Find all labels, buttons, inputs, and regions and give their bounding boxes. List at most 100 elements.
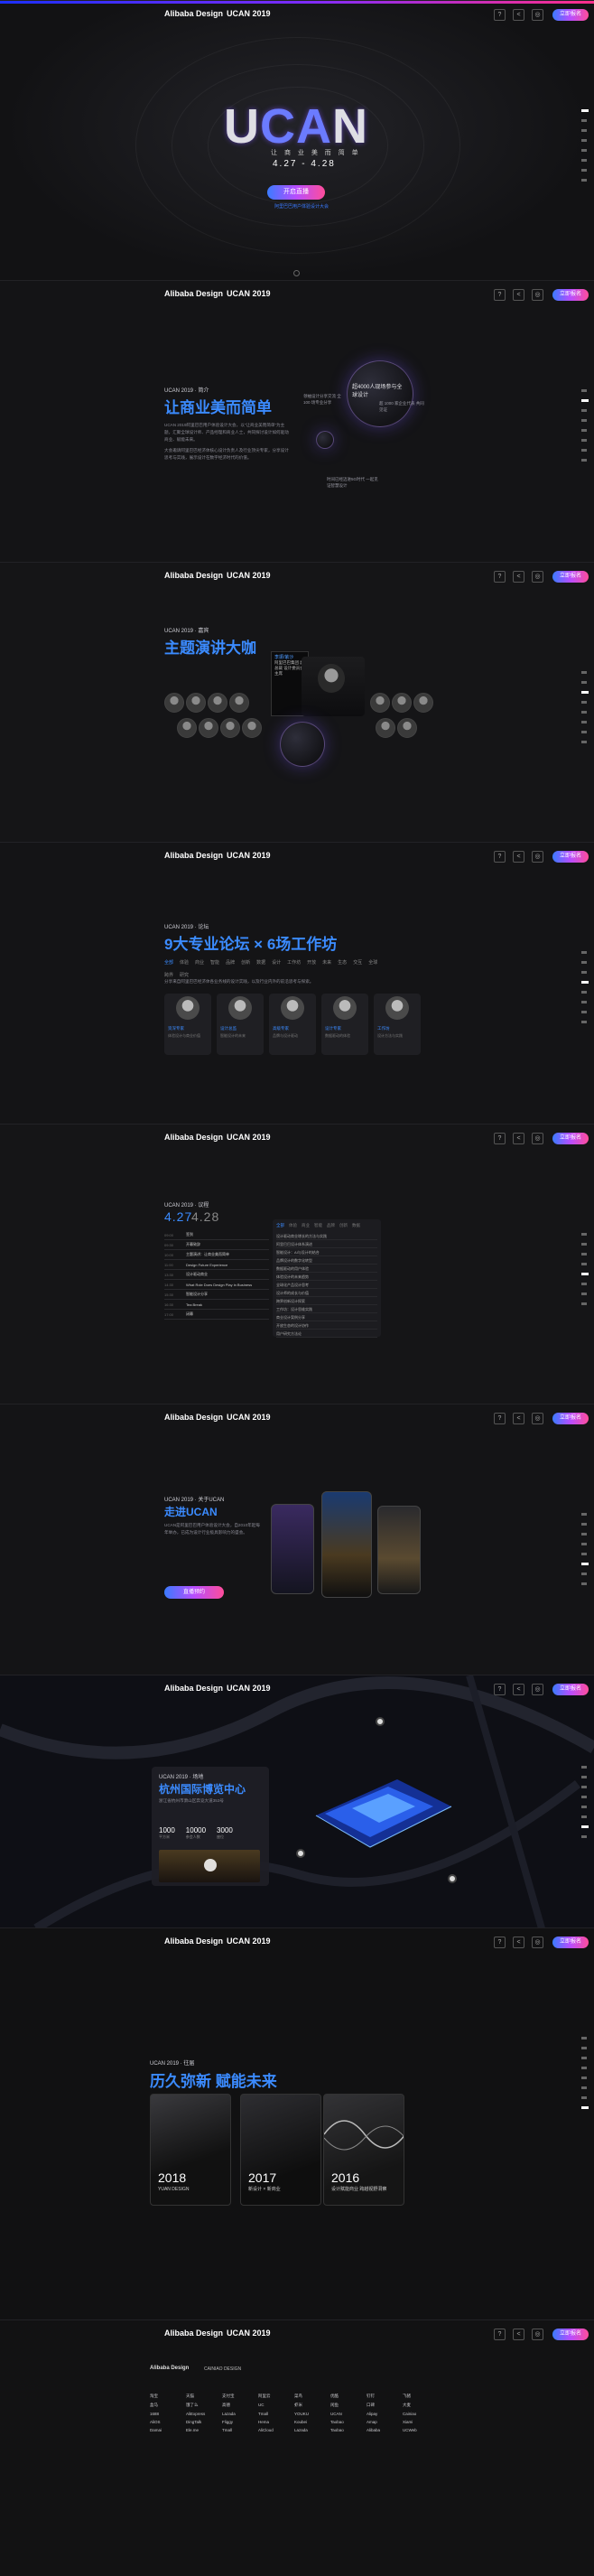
brand-logo[interactable]: Alibaba Design UCAN 2019 (164, 851, 271, 860)
history-card[interactable]: 2016 设计赋能商业 跨越视野洞察 (323, 2094, 404, 2206)
agenda-row[interactable]: 15:30 智能设计分享 (164, 1290, 269, 1300)
side-nav-dot[interactable] (581, 2067, 587, 2069)
agenda-row[interactable]: 13:30 设计驱动商业 (164, 1270, 269, 1280)
share-icon[interactable]: < (513, 851, 524, 863)
forum-card[interactable]: 高级专家 品牌与设计驱动 (269, 994, 316, 1055)
side-nav-dot[interactable] (581, 129, 587, 132)
forum-tab[interactable]: 生态 (338, 959, 347, 966)
brand-logo[interactable]: Alibaba Design UCAN 2019 (164, 2329, 271, 2338)
speaker-avatar[interactable] (376, 718, 395, 738)
forum-tab[interactable]: 研究 (180, 972, 189, 978)
forum-tab[interactable]: 创新 (241, 959, 250, 966)
forum-tab[interactable]: 数据 (256, 959, 265, 966)
share-icon[interactable]: < (513, 2329, 524, 2340)
register-button[interactable]: 立即报名 (552, 1133, 589, 1144)
forum-tab[interactable]: 交互 (353, 959, 362, 966)
agenda-panel-row[interactable]: 体验设计的未来趋势 (276, 1273, 377, 1281)
agenda-row[interactable]: 16:30 Tea Break (164, 1300, 269, 1310)
agenda-panel-row[interactable]: 开放生态的设计协作 (276, 1321, 377, 1330)
side-nav-dot[interactable] (581, 149, 587, 152)
side-nav-dot[interactable] (581, 409, 587, 412)
agenda-panel-tab[interactable]: 商业 (302, 1223, 310, 1228)
side-nav-dot[interactable] (581, 429, 587, 432)
forum-tab[interactable]: 工作坊 (287, 959, 301, 966)
side-nav-dot[interactable] (581, 1243, 587, 1246)
side-nav-dot[interactable] (581, 991, 587, 994)
live-button[interactable]: 开启直播 (267, 185, 325, 200)
side-nav-dot[interactable] (581, 1533, 587, 1535)
share-icon[interactable]: < (513, 1133, 524, 1144)
target-icon[interactable]: ◎ (532, 289, 543, 301)
side-nav-dot[interactable] (581, 711, 587, 714)
side-nav-dot[interactable] (581, 671, 587, 674)
side-nav-dot[interactable] (581, 681, 587, 684)
agenda-panel-row[interactable]: 设计师的成长与价值 (276, 1289, 377, 1297)
forum-card[interactable]: 资深专家 体验设计与商业价值 (164, 994, 211, 1055)
brand-logo[interactable]: Alibaba Design UCAN 2019 (164, 1684, 271, 1693)
side-nav-dot[interactable] (581, 1835, 587, 1838)
register-button[interactable]: 立即报名 (552, 1413, 589, 1424)
side-nav-dot[interactable] (581, 731, 587, 733)
share-icon[interactable]: < (513, 289, 524, 301)
side-nav-dot[interactable] (581, 2077, 587, 2079)
agenda-panel-row[interactable]: 智能设计：AI与设计的结合 (276, 1248, 377, 1256)
help-icon[interactable]: ? (494, 289, 506, 301)
speaker-avatar[interactable] (397, 718, 417, 738)
side-nav-dot[interactable] (581, 139, 587, 142)
agenda-panel-row[interactable]: 用户研究方法论 (276, 1330, 377, 1338)
target-icon[interactable]: ◎ (532, 2329, 543, 2340)
agenda-row[interactable]: 11:00 Design Future Experience (164, 1260, 269, 1270)
side-nav-dot[interactable] (581, 109, 589, 112)
side-nav-dot[interactable] (581, 1233, 587, 1236)
forum-tab[interactable]: 跨界 (164, 972, 173, 978)
map-pin-icon[interactable] (376, 1717, 385, 1726)
venue-video-thumbnail[interactable] (159, 1850, 260, 1882)
agenda-panel-tab[interactable]: 品牌 (327, 1223, 335, 1228)
side-nav-dot[interactable] (581, 1273, 589, 1275)
agenda-panel-tab[interactable]: 智能 (314, 1223, 322, 1228)
forum-tab[interactable]: 设计 (272, 959, 281, 966)
side-nav-dot[interactable] (581, 691, 589, 694)
register-button[interactable]: 立即报名 (552, 289, 589, 301)
agenda-panel-row[interactable]: 设计驱动商业增长的方法与实践 (276, 1232, 377, 1240)
agenda-row[interactable]: 09:00 签到 (164, 1230, 269, 1240)
share-icon[interactable]: < (513, 571, 524, 583)
agenda-panel-row[interactable]: 工作坊：设计思维实践 (276, 1305, 377, 1313)
side-nav-dot[interactable] (581, 2086, 587, 2089)
side-nav-dot[interactable] (581, 1806, 587, 1808)
side-nav-dot[interactable] (581, 1766, 587, 1769)
agenda-row[interactable]: 14:30 What Role Does Design Play in Busin… (164, 1280, 269, 1290)
help-icon[interactable]: ? (494, 1684, 506, 1695)
side-nav-dot[interactable] (581, 2057, 587, 2059)
agenda-panel-row[interactable]: 全球化产品设计思考 (276, 1281, 377, 1289)
side-nav-dot[interactable] (581, 169, 587, 172)
forum-tab[interactable]: 商业 (195, 959, 204, 966)
forum-tab[interactable]: 全部 (164, 959, 173, 966)
target-icon[interactable]: ◎ (532, 1937, 543, 1948)
brand-logo[interactable]: Alibaba Design UCAN 2019 (164, 1413, 271, 1422)
speaker-avatar[interactable] (392, 693, 412, 713)
side-nav-dot[interactable] (581, 1283, 587, 1285)
register-button[interactable]: 立即报名 (552, 1937, 589, 1948)
side-nav-dot[interactable] (581, 1553, 587, 1555)
target-icon[interactable]: ◎ (532, 571, 543, 583)
scroll-indicator-icon[interactable] (293, 270, 300, 276)
target-icon[interactable]: ◎ (532, 1133, 543, 1144)
speaker-avatar[interactable] (208, 693, 227, 713)
target-icon[interactable]: ◎ (532, 1684, 543, 1695)
side-nav-dot[interactable] (581, 1302, 587, 1305)
speaker-avatar[interactable] (413, 693, 433, 713)
share-icon[interactable]: < (513, 1937, 524, 1948)
history-card[interactable]: 2017 新设计 × 新商业 (240, 2094, 321, 2206)
side-nav-dot[interactable] (581, 2047, 587, 2049)
speaker-avatar[interactable] (220, 718, 240, 738)
forum-card[interactable]: 工作坊 设计方法与实践 (374, 994, 421, 1055)
side-nav-dot[interactable] (581, 1293, 587, 1295)
agenda-panel-tab[interactable]: 体验 (289, 1223, 297, 1228)
side-nav-dot[interactable] (581, 119, 587, 122)
side-nav-dot[interactable] (581, 1815, 587, 1818)
speaker-avatar[interactable] (164, 693, 184, 713)
register-button[interactable]: 立即报名 (552, 851, 589, 863)
agenda-panel-row[interactable]: 阿里巴巴设计体系演进 (276, 1240, 377, 1248)
agenda-panel-tab[interactable]: 创新 (339, 1223, 348, 1228)
